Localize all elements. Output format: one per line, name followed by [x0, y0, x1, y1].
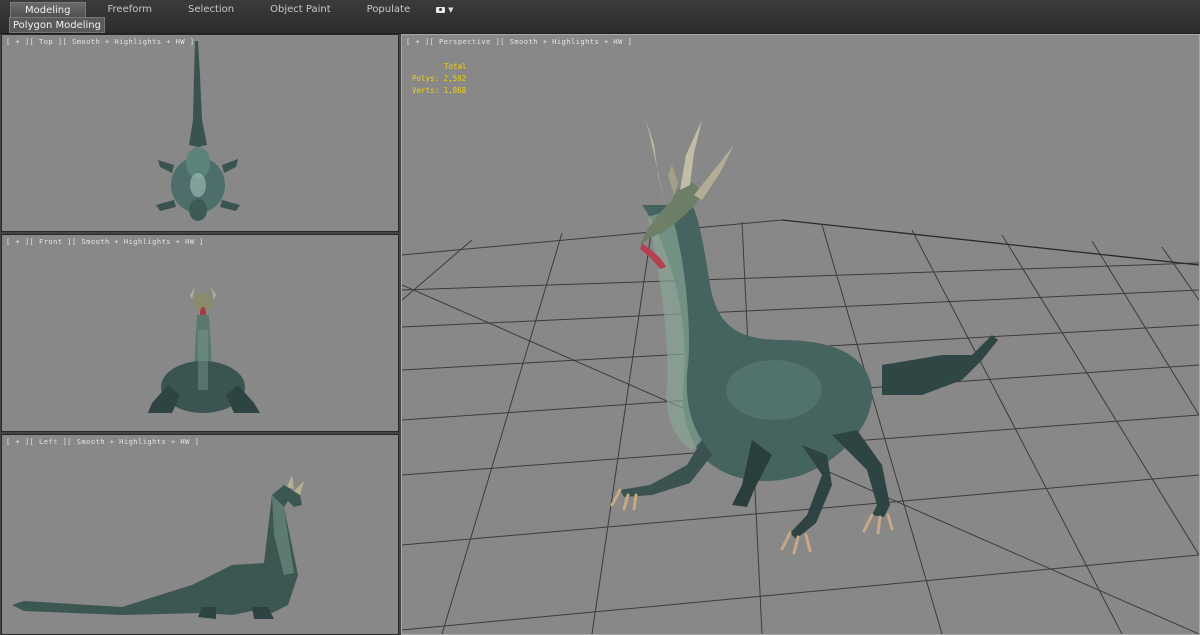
viewport-perspective[interactable]: [ + ][ Perspective ][ Smooth + Highlight…	[401, 34, 1200, 635]
subtab-polygon-modeling[interactable]: Polygon Modeling	[9, 17, 105, 33]
dragon-perspective-model	[610, 120, 998, 555]
ribbon-options-button[interactable]: ▼	[436, 2, 454, 17]
tab-modeling[interactable]: Modeling	[10, 1, 86, 18]
dropdown-arrow-icon: ▼	[448, 5, 454, 14]
dragon-front-view	[148, 287, 260, 413]
tab-freeform[interactable]: Freeform	[94, 2, 167, 17]
viewport-front[interactable]: [ + ][ Front ][ Smooth + Highlights + HW…	[1, 234, 399, 432]
ribbon-tabs: Modeling Freeform Selection Object Paint…	[10, 1, 454, 18]
ribbon: Modeling Freeform Selection Object Paint…	[0, 0, 1200, 34]
tab-object-paint[interactable]: Object Paint	[256, 2, 345, 17]
tab-selection[interactable]: Selection	[174, 2, 248, 17]
dragon-top-view	[156, 41, 240, 221]
dragon-side-view	[12, 475, 304, 619]
viewport-top[interactable]: [ + ][ Top ][ Smooth + Highlights + HW ]	[1, 34, 399, 232]
viewport-left[interactable]: [ + ][ Left ][ Smooth + Highlights + HW …	[1, 434, 399, 635]
camera-icon	[436, 6, 446, 13]
tab-populate[interactable]: Populate	[353, 2, 424, 17]
